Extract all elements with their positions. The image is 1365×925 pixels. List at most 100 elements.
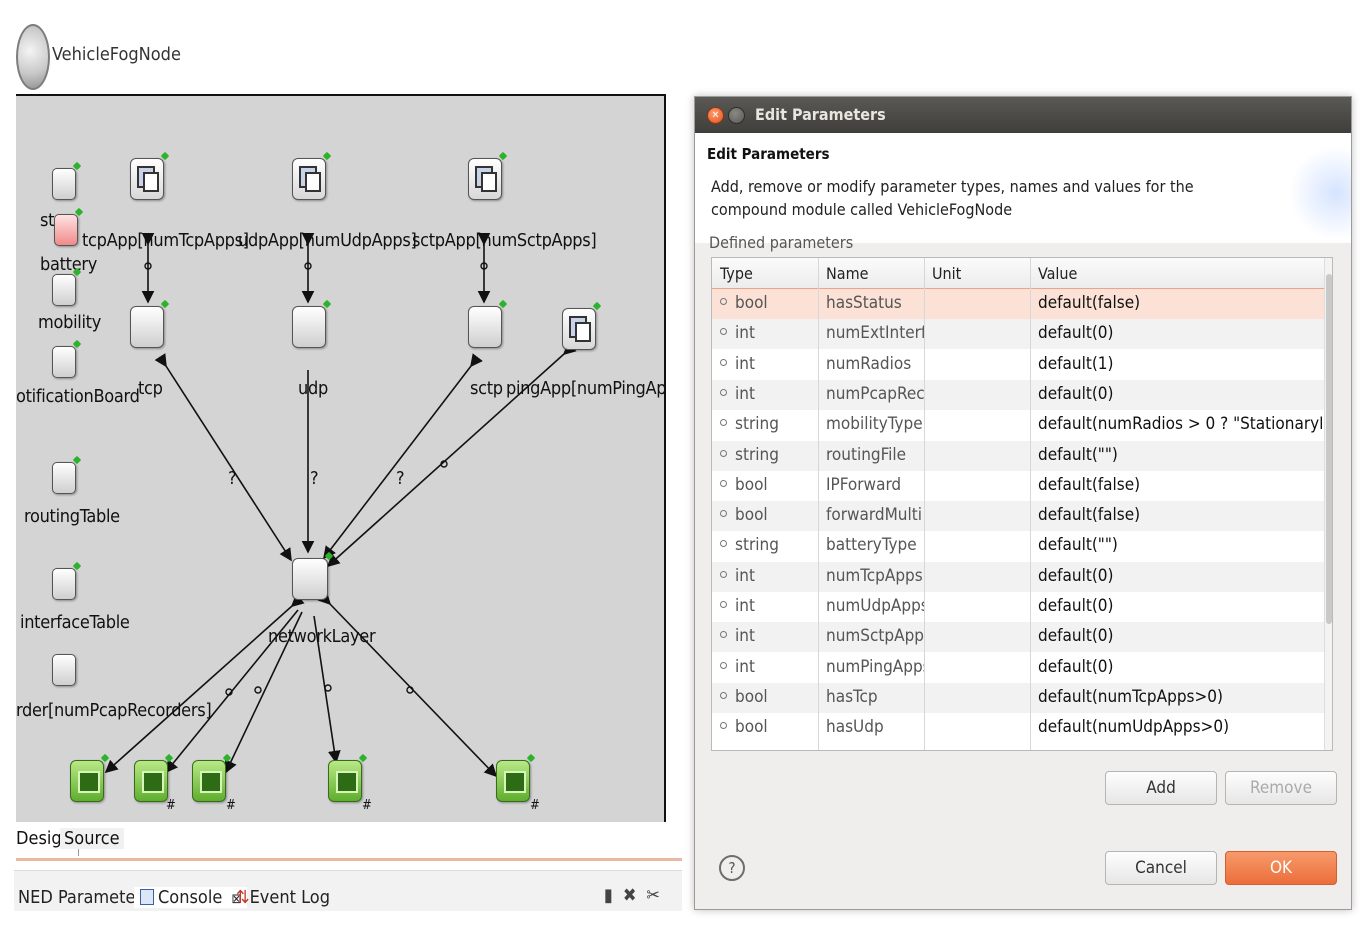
udp-icon[interactable] [292,299,332,348]
param-value-cell[interactable]: default("") [1038,535,1322,555]
remove-button[interactable]: Remove [1225,771,1337,805]
param-value-cell[interactable]: default(numTcpApps>0) [1038,687,1322,707]
ping-app-icon[interactable] [562,301,602,350]
column-header-name[interactable]: Name [826,264,868,283]
param-name-cell[interactable]: numPingApps [826,657,924,677]
param-type-cell[interactable]: int [720,626,816,646]
table-row[interactable]: string mobilityType default(numRadios > 0 … [712,410,1324,440]
param-name-cell[interactable]: numPcapRecc [826,384,924,404]
tab-source[interactable]: Source [60,828,124,849]
table-row[interactable]: string batteryType default("") [712,531,1324,561]
battery-icon[interactable] [54,207,84,246]
column-header-unit[interactable]: Unit [932,264,961,283]
parameters-table[interactable]: Type Name Unit Value bool hasStatus defaul… [711,257,1333,751]
design-canvas[interactable]: st__s battery mobility otificationBoard … [16,94,666,822]
param-value-cell[interactable]: default(false) [1038,293,1322,313]
param-value-cell[interactable]: default(numRadios > 0 ? "StationaryMol [1038,414,1322,434]
mobility-icon[interactable] [52,267,82,306]
pcap-recorder-icon[interactable] [52,654,76,686]
interface-table-icon[interactable] [52,561,82,600]
sctp-app-icon[interactable] [468,151,508,200]
param-name-cell[interactable]: numSctpApps [826,626,924,646]
param-name-cell[interactable]: IPForward [826,475,924,495]
param-name-cell[interactable]: hasTcp [826,687,924,707]
param-type-cell[interactable]: string [720,535,816,555]
param-type-cell[interactable]: bool [720,293,816,313]
param-name-cell[interactable]: batteryType [826,535,924,555]
network-layer-icon[interactable] [292,551,334,600]
ok-button[interactable]: OK [1225,851,1337,885]
table-scrollbar[interactable] [1324,258,1332,750]
param-value-cell[interactable]: default(0) [1038,657,1322,677]
param-value-cell[interactable]: default(numUdpApps>0) [1038,717,1322,737]
param-name-cell[interactable]: forwardMulti [826,505,924,525]
scrollbar-thumb[interactable] [1326,274,1332,624]
param-value-cell[interactable]: default(0) [1038,384,1322,404]
param-value-cell[interactable]: default(0) [1038,566,1322,586]
param-type-cell[interactable]: string [720,445,816,465]
sctp-icon[interactable] [468,299,508,348]
table-row[interactable]: bool hasTcp default(numTcpApps>0) [712,682,1324,713]
interface-module-icon[interactable] [192,753,232,802]
param-name-cell[interactable]: numRadios [826,354,924,374]
param-name-cell[interactable]: numExtInterf [826,323,924,343]
param-value-cell[interactable]: default(false) [1038,475,1322,495]
scroll-lock-icon[interactable]: ▮ [604,885,623,906]
table-row[interactable]: bool hasStatus default(false) [712,288,1325,320]
minimize-window-button[interactable] [728,107,745,124]
table-row[interactable]: int numUdpApps default(0) [712,592,1324,622]
column-header-value[interactable]: Value [1038,264,1077,283]
tcp-app-icon[interactable] [130,151,170,200]
interface-module-icon[interactable] [134,753,174,802]
table-row[interactable]: int numPingApps default(0) [712,653,1324,683]
param-value-cell[interactable]: default("") [1038,445,1322,465]
interface-module-icon[interactable] [70,753,110,802]
view-tab-ned-parameters[interactable]: NED Parameters [18,887,151,908]
view-tab-console[interactable]: Console ⊠ [134,887,248,908]
param-name-cell[interactable]: hasStatus [826,293,924,313]
table-row[interactable]: int numPcapRecc default(0) [712,379,1324,410]
cancel-button[interactable]: Cancel [1105,851,1217,885]
view-tab-event-log[interactable]: ⇅Event Log [236,887,330,908]
param-value-cell[interactable]: default(false) [1038,505,1322,525]
table-row[interactable]: int numExtInterf default(0) [712,319,1324,350]
param-type-cell[interactable]: string [720,414,816,434]
notification-board-icon[interactable] [52,339,82,378]
param-name-cell[interactable]: numUdpApps [826,596,924,616]
param-type-cell[interactable]: int [720,657,816,677]
param-name-cell[interactable]: numTcpApps [826,566,924,586]
param-value-cell[interactable]: default(0) [1038,596,1322,616]
clear-icon[interactable]: ✖ [623,885,647,906]
param-value-cell[interactable]: default(0) [1038,626,1322,646]
status-module-icon[interactable] [52,161,82,200]
udp-app-icon[interactable] [292,151,332,200]
param-type-cell[interactable]: int [720,384,816,404]
dialog-titlebar[interactable]: ✕ Edit Parameters [695,97,1351,133]
routing-table-icon[interactable] [52,455,82,494]
table-row[interactable]: bool IPForward default(false) [712,471,1324,501]
column-header-type[interactable]: Type [720,264,753,283]
param-value-cell[interactable]: default(1) [1038,354,1322,374]
param-type-cell[interactable]: bool [720,475,816,495]
table-row[interactable]: int numRadios default(1) [712,350,1324,380]
table-row[interactable]: bool forwardMulti default(false) [712,501,1324,532]
table-row[interactable]: bool hasUdp default(numUdpApps>0) [712,713,1324,743]
param-type-cell[interactable]: bool [720,717,816,737]
param-type-cell[interactable]: int [720,566,816,586]
param-type-cell[interactable]: bool [720,505,816,525]
table-row[interactable]: int numSctpApps default(0) [712,622,1324,653]
pin-icon[interactable]: ✂ [646,885,670,906]
help-icon[interactable]: ? [719,855,745,881]
tcp-icon[interactable] [130,299,170,348]
interface-module-icon[interactable] [328,753,368,802]
table-row[interactable]: string routingFile default("") [712,440,1324,471]
interface-module-icon[interactable] [496,753,536,802]
param-name-cell[interactable]: hasUdp [826,717,924,737]
table-row[interactable]: int numTcpApps default(0) [712,561,1324,592]
param-type-cell[interactable]: int [720,354,816,374]
param-name-cell[interactable]: routingFile [826,445,924,465]
close-window-button[interactable]: ✕ [707,107,724,124]
param-type-cell[interactable]: bool [720,687,816,707]
param-name-cell[interactable]: mobilityType [826,414,924,434]
param-type-cell[interactable]: int [720,323,816,343]
